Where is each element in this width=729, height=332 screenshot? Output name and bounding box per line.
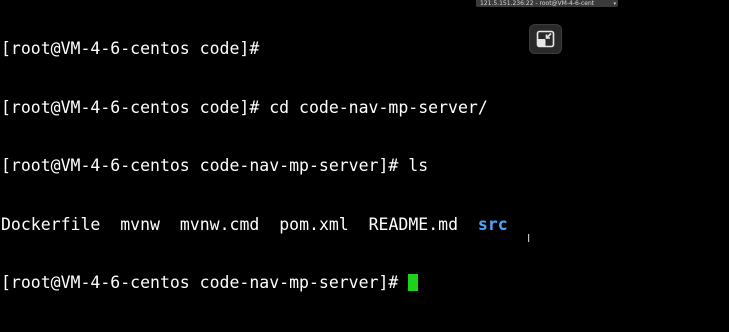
ls-file: mvnw.cmd — [179, 214, 260, 234]
shell-prompt: [root@VM-4-6-centos code-nav-mp-server]# — [1, 273, 399, 292]
chip-dropdown-icon: ▾ — [613, 1, 616, 7]
exit-fullscreen-icon — [536, 30, 555, 48]
terminal-output: [root@VM-4-6-centos code]# [root@VM-4-6-… — [1, 0, 508, 332]
terminal-window[interactable]: 121.5.151.236:22 - root@VM-4-6-cent ▾ [r… — [0, 0, 729, 292]
ls-file: mvnw — [120, 214, 160, 234]
ls-file: README.md — [368, 214, 459, 234]
terminal-line: [root@VM-4-6-centos code-nav-mp-server]#… — [1, 156, 429, 175]
ls-file: pom.xml — [279, 214, 349, 234]
text-cursor — [408, 274, 419, 291]
ls-directory: src — [477, 214, 508, 234]
i-beam-cursor-icon: I — [527, 232, 531, 245]
ls-output-line: Dockerfile mvnw mvnw.cmd pom.xml README.… — [1, 215, 508, 235]
ls-file: Dockerfile — [1, 214, 101, 234]
prompt-line[interactable]: [root@VM-4-6-centos code-nav-mp-server]# — [1, 273, 508, 293]
terminal-line: [root@VM-4-6-centos code]# — [1, 39, 260, 58]
terminal-line: [root@VM-4-6-centos code]# cd code-nav-m… — [1, 97, 488, 117]
exit-fullscreen-button[interactable] — [529, 24, 562, 54]
